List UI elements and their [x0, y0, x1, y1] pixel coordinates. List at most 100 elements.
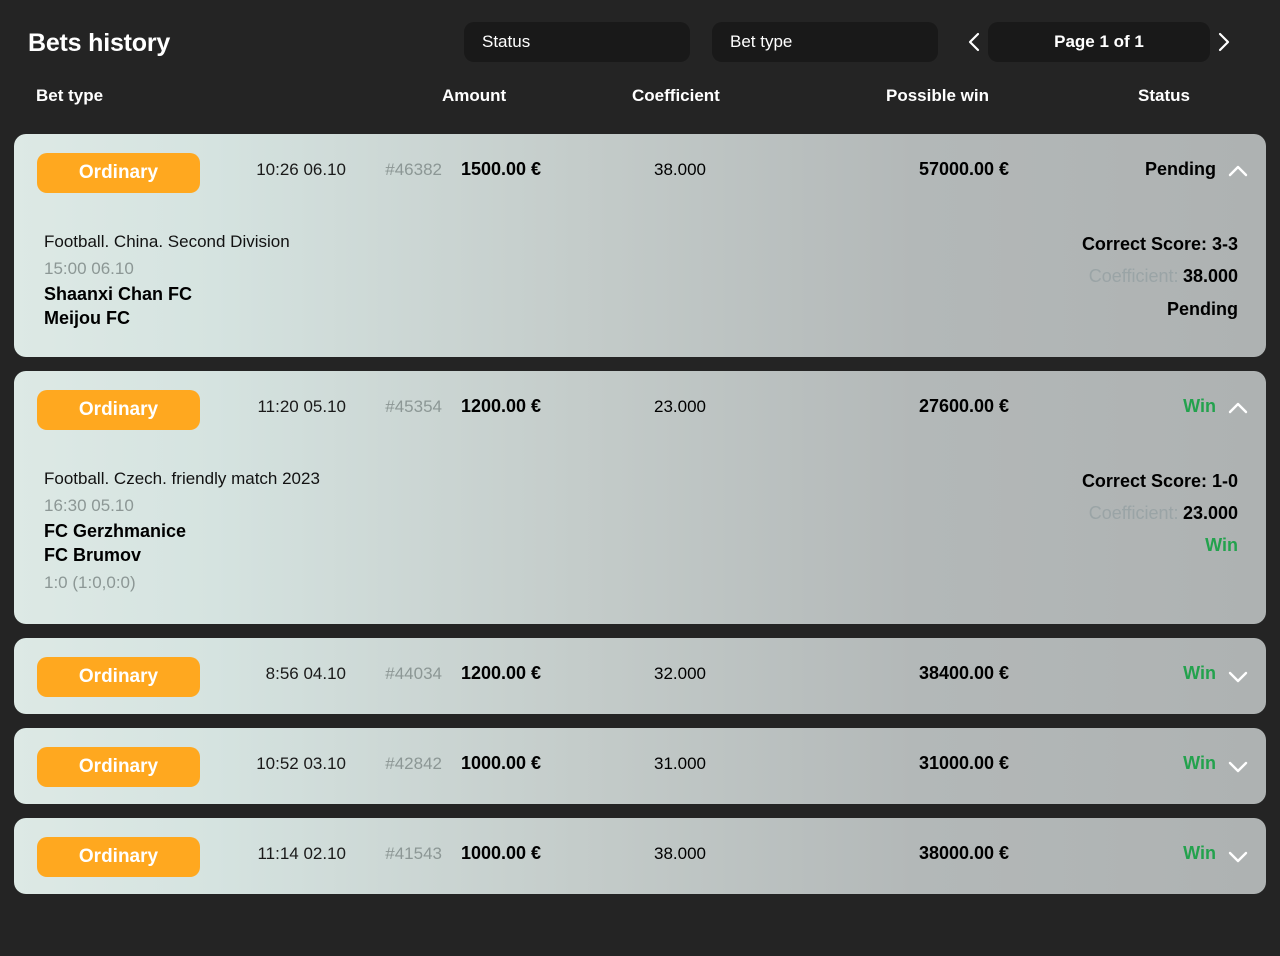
expand-toggle-button[interactable]: [1224, 664, 1252, 688]
bet-coefficient: 38.000: [654, 844, 706, 864]
bet-id: #44034: [385, 664, 442, 684]
next-page-button[interactable]: [1210, 22, 1238, 62]
bet-amount: 1000.00 €: [460, 753, 542, 774]
bet-id: #45354: [385, 396, 442, 416]
expand-toggle-button[interactable]: [1224, 160, 1252, 184]
bet-datetime: 10:26 06.10: [256, 160, 346, 179]
bet-detail: Football. Czech. friendly match 2023 16:3…: [14, 447, 1266, 625]
event-time: 15:00 06.10: [44, 259, 134, 279]
bet-id: #42842: [385, 754, 442, 774]
bet-coefficient: 23.000: [654, 396, 706, 416]
column-header-status: Status: [1138, 86, 1190, 105]
selection-coefficient-label: Coefficient:: [1088, 502, 1179, 523]
bet-amount: 1200.00 €: [460, 395, 542, 416]
bet-type-badge: Ordinary: [37, 153, 200, 193]
bet-status: Win: [1183, 663, 1216, 684]
event-score: 1:0 (1:0,0:0): [44, 573, 136, 593]
bet-type-badge: Ordinary: [37, 389, 200, 430]
bet-datetime: 11:20 05.10: [257, 396, 346, 416]
bet-type-filter-select[interactable]: Bet type: [712, 22, 938, 62]
bet-possible-win: 38400.00 €: [918, 663, 1010, 684]
status-filter-label: Status: [482, 32, 531, 51]
bet-id: #46382: [385, 160, 442, 179]
top-bar: Bets history Status Bet type Page 1 of 1: [0, 0, 1280, 86]
bet-amount: 1000.00 €: [460, 843, 542, 864]
bet-row[interactable]: Ordinary 8:56 04.10 #44034 1200.00 € 32.000 3…: [14, 638, 1266, 714]
expand-toggle-button[interactable]: [1224, 754, 1252, 778]
bet-coefficient: 31.000: [654, 754, 706, 774]
bet-card: Ordinary 11:20 05.10 #45354 1200.00 € 23.000…: [14, 370, 1266, 625]
bet-amount: 1500.00 €: [460, 159, 542, 179]
bet-row[interactable]: Ordinary 10:26 06.10 #46382 1500.00 € 38.000…: [14, 134, 1266, 210]
bet-datetime: 8:56 04.10: [265, 664, 346, 684]
column-header-bet-type: Bet type: [36, 86, 104, 105]
selection-coefficient: Coefficient: 23.000: [1082, 497, 1238, 529]
chevron-down-icon: [1227, 845, 1249, 867]
event-league: Football. Czech. friendly match 2023: [44, 468, 320, 488]
bet-status: Win: [1183, 753, 1216, 774]
bet-detail: Football. China. Second Division 15:00 06…: [14, 210, 1266, 357]
selection-coefficient-value: 38.000: [1182, 266, 1238, 287]
bet-amount: 1200.00 €: [460, 663, 542, 684]
bet-row[interactable]: Ordinary 11:20 05.10 #45354 1200.00 € 23.000…: [14, 371, 1266, 447]
event-team-away: Meijou FC: [44, 307, 130, 328]
bet-possible-win: 31000.00 €: [918, 753, 1010, 774]
bet-type-badge: Ordinary: [37, 747, 200, 788]
selection-market: Correct Score: 1-0: [1081, 470, 1238, 491]
bet-detail-selection: Correct Score: 3-3 Coefficient: 38.000 Pen…: [1082, 228, 1238, 325]
column-header-possible-win: Possible win: [886, 86, 989, 105]
selection-status: Win: [1205, 535, 1238, 556]
bets-history-page: Bets history Status Bet type Page 1 of 1: [0, 0, 1280, 956]
event-team-away: FC Brumov: [44, 544, 142, 565]
bet-status: Pending: [1145, 159, 1216, 179]
bet-coefficient: 32.000: [654, 664, 706, 684]
bet-card: Ordinary 8:56 04.10 #44034 1200.00 € 32.000 3…: [14, 638, 1266, 715]
bet-status: Win: [1183, 843, 1216, 864]
bet-card: Ordinary 11:14 02.10 #41543 1000.00 € 38.000…: [14, 818, 1266, 895]
prev-page-button[interactable]: [960, 22, 988, 62]
event-time: 16:30 05.10: [44, 495, 134, 515]
bet-card: Ordinary 10:52 03.10 #42842 1000.00 € 31.000…: [14, 728, 1266, 805]
chevron-up-icon: [1227, 161, 1249, 183]
status-filter-select[interactable]: Status: [464, 22, 690, 62]
event-team-home: FC Gerzhmanice: [44, 520, 187, 541]
selection-market: Correct Score: 3-3: [1081, 234, 1238, 254]
bet-card: Ordinary 10:26 06.10 #46382 1500.00 € 38.000…: [14, 134, 1266, 357]
chevron-right-icon: [1216, 30, 1232, 54]
selection-coefficient-value: 23.000: [1182, 502, 1238, 523]
chevron-up-icon: [1227, 398, 1249, 420]
page-indicator: Page 1 of 1: [988, 22, 1210, 62]
expand-toggle-button[interactable]: [1224, 844, 1252, 868]
top-bar-controls: Status Bet type Page 1 of 1: [464, 22, 1238, 62]
column-header-coefficient: Coefficient: [632, 86, 720, 105]
event-league: Football. China. Second Division: [44, 232, 290, 251]
bet-possible-win: 27600.00 €: [918, 395, 1010, 416]
bet-possible-win: 38000.00 €: [918, 843, 1010, 864]
selection-coefficient: Coefficient: 38.000: [1082, 260, 1238, 292]
bet-id: #41543: [385, 844, 442, 864]
bet-detail-event: Football. Czech. friendly match 2023 16:3…: [44, 465, 664, 599]
pagination: Page 1 of 1: [960, 22, 1238, 62]
bet-type-badge: Ordinary: [37, 657, 200, 698]
bet-coefficient: 38.000: [654, 160, 706, 179]
selection-coefficient-label: Coefficient:: [1088, 266, 1179, 287]
bet-detail-selection: Correct Score: 1-0 Coefficient: 23.000 Win: [1082, 465, 1238, 562]
table-column-headers: Bet type Amount Coefficient Possible win…: [0, 86, 1280, 134]
event-team-home: Shaanxi Chan FC: [44, 284, 193, 305]
chevron-down-icon: [1227, 665, 1249, 687]
bet-row[interactable]: Ordinary 10:52 03.10 #42842 1000.00 € 31.000…: [14, 728, 1266, 804]
bet-datetime: 10:52 03.10: [256, 754, 346, 774]
bet-type-filter-label: Bet type: [730, 32, 793, 51]
selection-status: Pending: [1167, 298, 1238, 319]
bet-possible-win: 57000.00 €: [918, 159, 1010, 179]
column-header-amount: Amount: [442, 86, 507, 105]
bet-status: Win: [1183, 395, 1216, 416]
chevron-left-icon: [966, 30, 982, 54]
bet-type-badge: Ordinary: [37, 837, 200, 878]
bet-detail-event: Football. China. Second Division 15:00 06…: [44, 228, 664, 331]
bets-list: Ordinary 10:26 06.10 #46382 1500.00 € 38.000…: [0, 134, 1280, 895]
expand-toggle-button[interactable]: [1224, 397, 1252, 421]
page-title: Bets history: [28, 28, 171, 57]
bet-row[interactable]: Ordinary 11:14 02.10 #41543 1000.00 € 38.000…: [14, 818, 1266, 894]
bet-datetime: 11:14 02.10: [257, 844, 346, 864]
